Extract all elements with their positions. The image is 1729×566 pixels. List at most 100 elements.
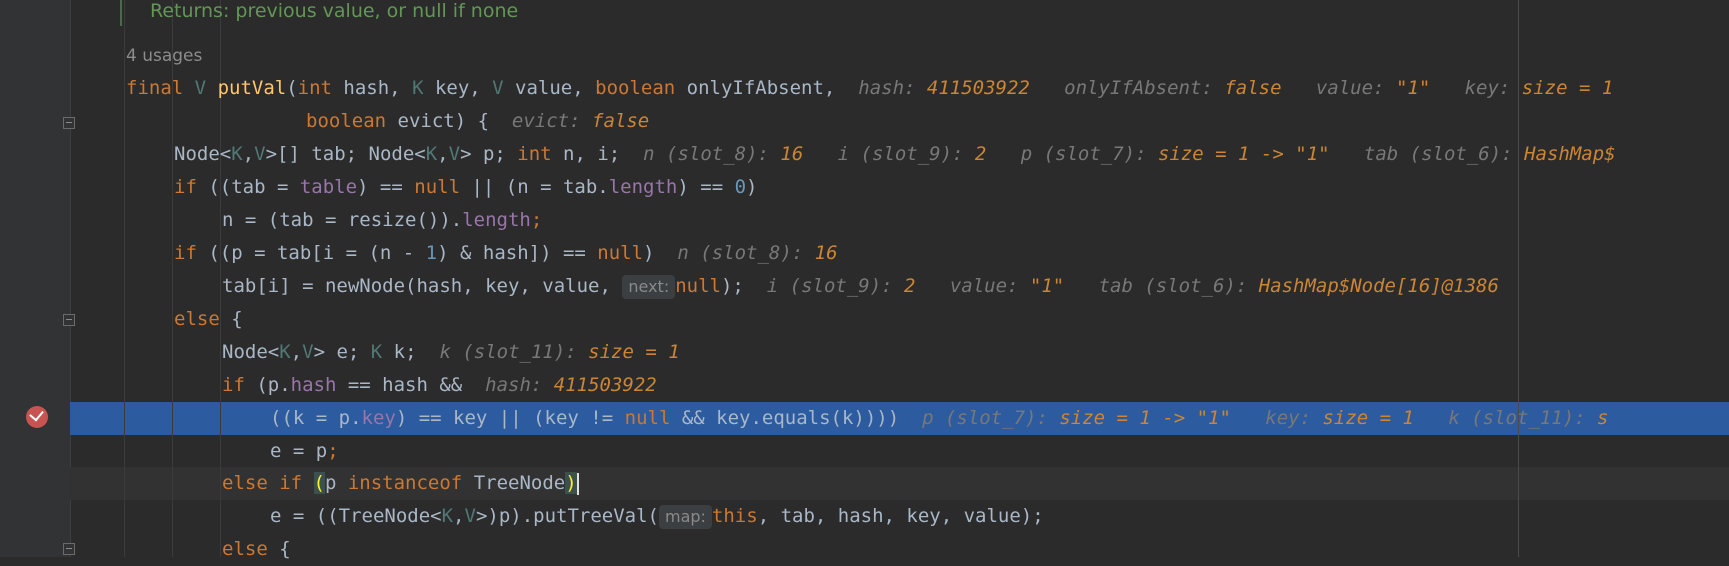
inline-value-label: i (slot_9): — [766, 275, 905, 297]
inline-value[interactable]: size = 1 — [588, 341, 680, 363]
code-token: putVal — [217, 77, 287, 99]
inline-value-label: tab (slot_6): — [1363, 143, 1525, 165]
code-token: ((k = p. — [270, 407, 362, 429]
code-line-10[interactable]: if (p.hash == hash && hash: 411503922 — [222, 369, 657, 402]
code-line-14[interactable]: e = ((TreeNode<K,V>)p).putTreeVal(map: th… — [270, 500, 1044, 533]
code-token: == hash && — [336, 374, 463, 396]
code-token: V — [492, 77, 504, 99]
inline-value[interactable]: "1" — [1030, 275, 1064, 297]
code-token: K — [441, 505, 454, 527]
code-line-3[interactable]: Node<K,V>[] tab; Node<K,V> p; int n, i; … — [174, 138, 1616, 171]
code-token: null — [675, 275, 721, 297]
code-line-7[interactable]: tab[i] = newNode(hash, key, value, next:… — [222, 270, 1499, 303]
code-token: (p. — [244, 374, 291, 396]
code-token: K — [279, 341, 291, 363]
inline-value[interactable]: false — [1224, 77, 1281, 99]
inline-value[interactable]: 2 — [904, 275, 915, 297]
inline-value[interactable]: "1" — [1396, 77, 1430, 99]
code-token: ; — [327, 440, 339, 462]
code-token: hash, — [331, 77, 413, 99]
code-line-13[interactable]: else if (p instanceof TreeNode) — [222, 467, 579, 500]
code-line-5[interactable]: n = (tab = resize()).length; — [222, 204, 542, 237]
parameter-name-hint: next: — [622, 274, 676, 299]
inline-value[interactable]: size = 1 -> "1" — [1059, 407, 1231, 429]
code-token: Node< — [174, 143, 232, 165]
inline-value[interactable]: 16 — [815, 242, 838, 264]
code-token: key, — [423, 77, 493, 99]
code-token: int — [517, 143, 552, 165]
code-token: || (n = tab. — [460, 176, 609, 198]
code-line-8[interactable]: else { — [174, 303, 243, 336]
code-token: && key.equals(k)))) — [670, 407, 900, 429]
inline-value[interactable]: s — [1597, 407, 1608, 429]
code-token: e = p — [270, 440, 328, 462]
usages-link[interactable]: 4 usages — [126, 40, 202, 73]
editor-gutter[interactable] — [0, 0, 70, 557]
code-token: table — [299, 176, 358, 198]
code-token: e = ((TreeNode< — [270, 505, 442, 527]
matched-brace: ) — [565, 472, 577, 494]
inline-value[interactable]: 411503922 — [927, 77, 1030, 99]
code-token: final — [126, 77, 184, 99]
inline-value[interactable]: HashMap$Node[16]@1386 — [1259, 275, 1499, 297]
fold-marker-icon[interactable] — [63, 314, 75, 326]
code-token: V — [464, 505, 476, 527]
code-token: n, i; — [551, 143, 621, 165]
code-token: int — [297, 77, 332, 99]
inline-value[interactable]: size = 1 — [1522, 77, 1614, 99]
code-line-4[interactable]: if ((tab = table) == null || (n = tab.le… — [174, 171, 757, 204]
code-token: , — [290, 341, 303, 363]
code-token: tab[i] = newNode(hash, key, value, — [222, 275, 623, 297]
code-token: V — [302, 341, 314, 363]
fold-marker-icon[interactable] — [63, 117, 75, 129]
inline-value-label: value: — [1315, 77, 1396, 99]
code-line-11[interactable]: ((k = p.key) == key || (key != null && k… — [270, 402, 1608, 435]
code-token: if — [174, 176, 197, 198]
code-token: null — [624, 407, 671, 429]
inline-value[interactable]: HashMap$ — [1524, 143, 1616, 165]
code-token: , — [242, 143, 255, 165]
code-line-9[interactable]: Node<K,V> e; K k; k (slot_11): size = 1 — [222, 336, 680, 369]
code-line-2[interactable]: boolean evict) { evict: false — [306, 105, 649, 138]
code-token: Node< — [222, 341, 280, 363]
code-line-6[interactable]: if ((p = tab[i = (n - 1) & hash]) == nul… — [174, 237, 838, 270]
code-line-12[interactable]: e = p; — [270, 435, 339, 468]
code-token: onlyIfAbsent, — [675, 77, 836, 99]
inline-value[interactable]: 16 — [780, 143, 803, 165]
inline-value-label: k (slot_11): — [1448, 407, 1598, 429]
code-token: > e; — [313, 341, 371, 363]
inline-value-label: evict: — [511, 110, 592, 132]
inline-value-label: p (slot_7): — [1020, 143, 1158, 165]
code-token: value, — [503, 77, 596, 99]
code-line-1[interactable]: final V putVal(int hash, K key, V value,… — [126, 72, 1613, 105]
code-token: ) == — [677, 176, 735, 198]
code-token: V — [254, 143, 266, 165]
code-token: TreeNode — [462, 472, 566, 494]
code-token: K — [231, 143, 243, 165]
code-token: ); — [720, 275, 744, 297]
inline-value[interactable]: 411503922 — [554, 374, 657, 396]
code-token: null — [597, 242, 644, 264]
code-token: ) & hash]) == — [437, 242, 598, 264]
code-token: null — [414, 176, 461, 198]
code-token: , — [453, 505, 465, 527]
code-token: key — [361, 407, 396, 429]
inline-value-label: n (slot_8): — [643, 143, 781, 165]
code-token: boolean — [306, 110, 387, 132]
inline-value[interactable]: size = 1 -> "1" — [1158, 143, 1330, 165]
doc-comment-bar — [120, 0, 122, 26]
breakpoint-check-icon[interactable] — [26, 406, 48, 428]
code-token: >[] tab; Node< — [265, 143, 426, 165]
code-token: ) — [643, 242, 655, 264]
code-token: K — [425, 143, 438, 165]
code-token: else — [174, 308, 220, 330]
fold-marker-icon[interactable] — [63, 543, 75, 555]
code-line-15[interactable]: else { — [222, 533, 291, 566]
inline-value-label: hash: — [858, 77, 927, 99]
inline-value[interactable]: size = 1 — [1322, 407, 1414, 429]
inline-value[interactable]: 2 — [975, 143, 986, 165]
code-token: boolean — [595, 77, 676, 99]
code-token: ((p = tab[i = (n - — [196, 242, 426, 264]
code-token: ((tab = — [196, 176, 300, 198]
inline-value[interactable]: false — [592, 110, 649, 132]
